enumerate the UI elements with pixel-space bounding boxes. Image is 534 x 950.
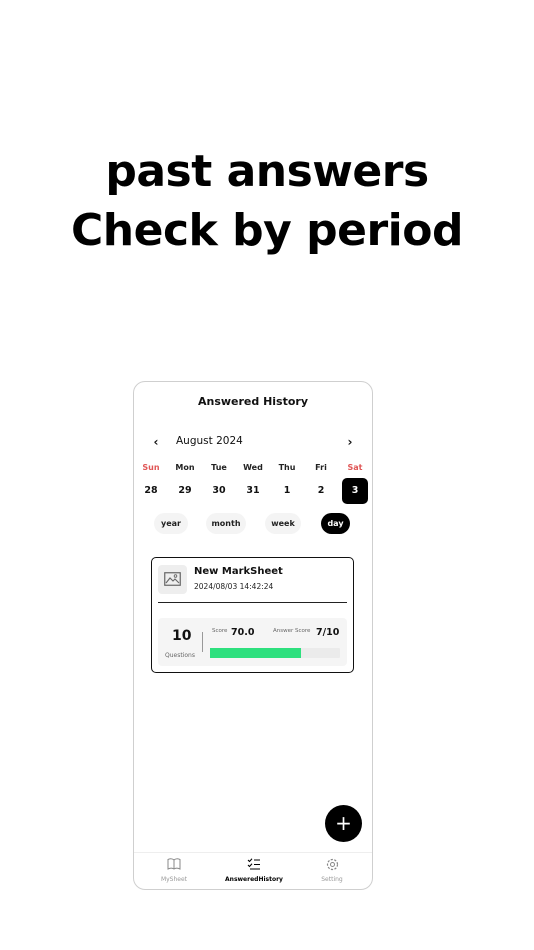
- tab-mysheet[interactable]: MySheet: [139, 858, 209, 888]
- add-button[interactable]: +: [325, 805, 362, 842]
- chevron-right-icon[interactable]: ›: [342, 434, 358, 450]
- score-value: 70.0: [231, 627, 255, 638]
- checklist-icon: [219, 858, 289, 874]
- answer-score-label: Answer Score: [273, 628, 311, 634]
- tab-label: MySheet: [160, 876, 188, 883]
- card-divider: [158, 602, 347, 603]
- weekday-header: Sun Mon Tue Wed Thu Fri Sat: [134, 463, 372, 475]
- calendar-day[interactable]: 29: [172, 478, 198, 504]
- page-title: Answered History: [197, 395, 309, 408]
- period-month-button[interactable]: month: [206, 513, 246, 534]
- tab-label: Setting: [321, 876, 343, 883]
- month-label: August 2024: [176, 435, 243, 447]
- questions-count: 10: [172, 628, 192, 644]
- period-filter: year month week day: [134, 513, 372, 535]
- calendar-day[interactable]: 31: [240, 478, 266, 504]
- calendar-day[interactable]: 28: [138, 478, 164, 504]
- weekday-sat: Sat: [347, 463, 363, 472]
- sheet-title: New MarkSheet: [194, 566, 283, 577]
- score-progress-fill: [210, 648, 301, 658]
- chevron-left-icon[interactable]: ‹: [148, 434, 164, 450]
- image-icon: [158, 565, 187, 594]
- gear-icon: [297, 858, 367, 874]
- period-week-button[interactable]: week: [265, 513, 301, 534]
- plus-icon: +: [335, 811, 352, 835]
- score-summary: 10 Questions Score 70.0 Answer Score 7/1…: [158, 618, 347, 666]
- weekday-wed: Wed: [243, 463, 263, 472]
- tab-answered-history[interactable]: AnsweredHistory: [219, 858, 289, 888]
- calendar-day[interactable]: 30: [206, 478, 232, 504]
- bottom-tab-bar: MySheet AnsweredHistory Setting: [134, 852, 372, 889]
- score-progress-track: [210, 648, 340, 658]
- calendar-week-row: 28 29 30 31 1 2 3: [134, 478, 372, 504]
- weekday-tue: Tue: [211, 463, 227, 472]
- weekday-thu: Thu: [278, 463, 296, 472]
- book-icon: [139, 858, 209, 874]
- stats-divider: [202, 632, 203, 652]
- calendar-day[interactable]: 2: [308, 478, 334, 504]
- tab-label: AnsweredHistory: [225, 876, 283, 883]
- month-navigator: ‹ August 2024 ›: [134, 434, 372, 450]
- weekday-sun: Sun: [142, 463, 160, 472]
- answer-score-value: 7/10: [316, 627, 340, 638]
- calendar-day-selected[interactable]: 3: [342, 478, 368, 504]
- weekday-fri: Fri: [315, 463, 327, 472]
- phone-screen: Answered History ‹ August 2024 › Sun Mon…: [133, 381, 373, 890]
- score-label: Score: [212, 628, 228, 634]
- headline-line-2: Check by period: [71, 205, 463, 256]
- tab-setting[interactable]: Setting: [297, 858, 367, 888]
- weekday-mon: Mon: [175, 463, 195, 472]
- sheet-date: 2024/08/03 14:42:24: [194, 582, 274, 591]
- calendar-day[interactable]: 1: [274, 478, 300, 504]
- period-year-button[interactable]: year: [154, 513, 188, 534]
- period-day-button[interactable]: day: [321, 513, 350, 534]
- questions-label: Questions: [165, 652, 195, 659]
- history-card[interactable]: New MarkSheet 2024/08/03 14:42:24 10 Que…: [151, 557, 354, 673]
- headline-line-1: past answers: [105, 146, 429, 197]
